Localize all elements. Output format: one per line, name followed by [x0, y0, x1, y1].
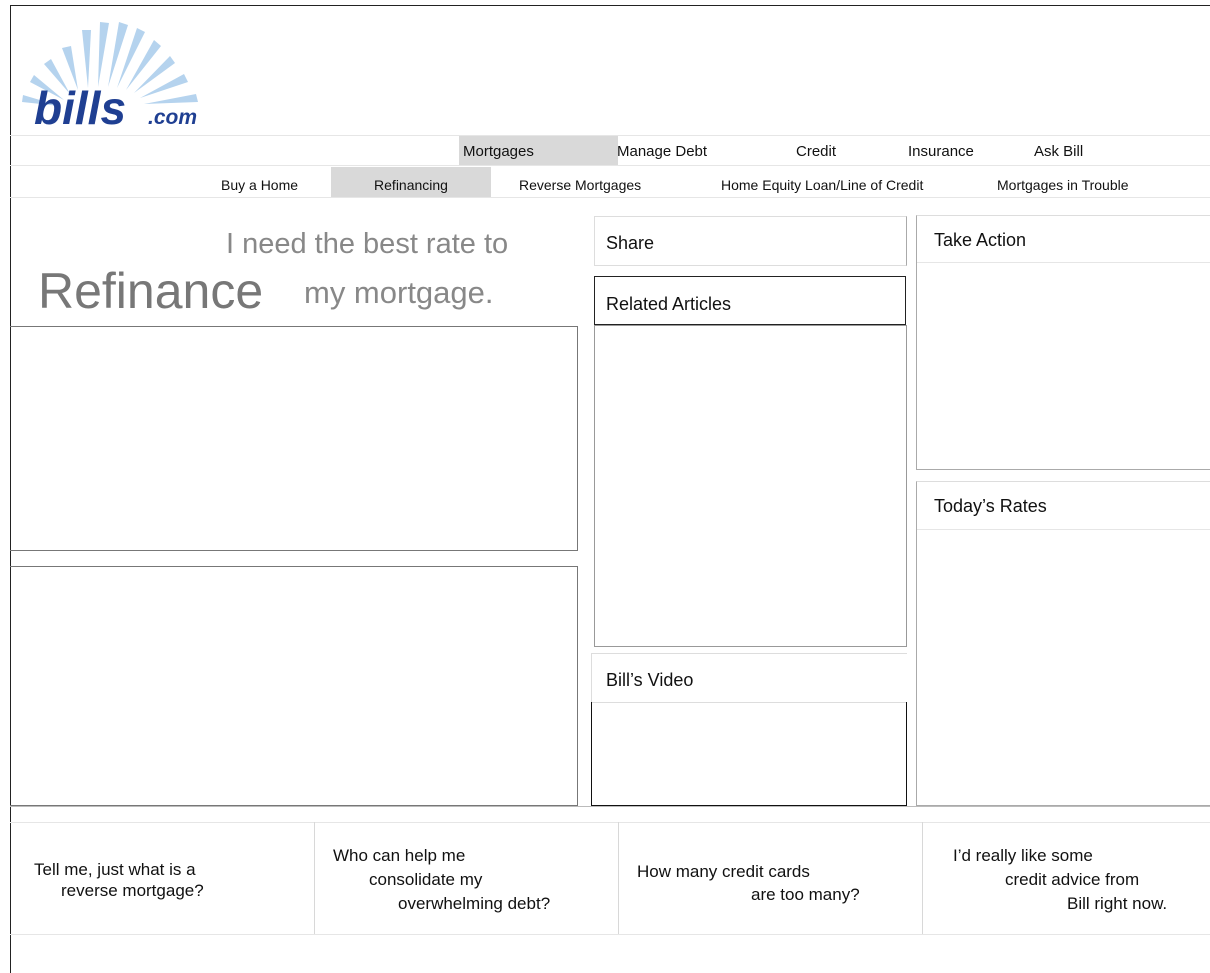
- share-title: Share: [606, 233, 655, 253]
- question-bar-bottom: [10, 934, 1210, 935]
- hero-line-rest: my mortgage.: [304, 275, 494, 310]
- subnav-refinancing[interactable]: Refinancing: [331, 167, 491, 197]
- subnav-buy-a-home[interactable]: Buy a Home: [221, 177, 298, 193]
- logo-wordmark: bills: [34, 82, 126, 133]
- content-box-bottom: [10, 566, 578, 806]
- question-divider: [314, 822, 315, 934]
- related-articles-title: Related Articles: [606, 294, 732, 314]
- question-consolidate-debt-line1[interactable]: Who can help me: [333, 845, 465, 866]
- question-consolidate-debt-line2[interactable]: consolidate my: [369, 869, 482, 890]
- related-articles-list: [594, 325, 907, 647]
- panel-divider: [917, 262, 1210, 263]
- question-credit-cards-line1[interactable]: How many credit cards: [637, 861, 810, 882]
- panel-divider: [917, 529, 1210, 530]
- take-action-title: Take Action: [934, 230, 1027, 250]
- logo-suffix: .com: [148, 106, 197, 129]
- question-reverse-mortgage-line2[interactable]: reverse mortgage?: [61, 880, 204, 901]
- nav-mortgages[interactable]: Mortgages: [459, 136, 618, 165]
- take-action-panel[interactable]: [916, 215, 1210, 470]
- content-box-top: [10, 326, 578, 551]
- nav-manage-debt[interactable]: Manage Debt: [617, 143, 707, 160]
- question-divider: [922, 822, 923, 934]
- question-credit-advice-line3[interactable]: Bill right now.: [1067, 893, 1167, 914]
- question-consolidate-debt-line3[interactable]: overwhelming debt?: [398, 893, 550, 914]
- question-bar-top: [10, 806, 1210, 807]
- bills-logo[interactable]: bills .com: [18, 18, 218, 133]
- question-credit-advice-line2[interactable]: credit advice from: [1005, 869, 1139, 890]
- question-bar-divider: [10, 822, 1210, 823]
- subnav-reverse-mortgages[interactable]: Reverse Mortgages: [519, 177, 641, 193]
- nav-insurance[interactable]: Insurance: [908, 143, 974, 160]
- nav-divider: [10, 165, 1210, 166]
- nav-divider: [10, 197, 1210, 198]
- question-divider: [618, 822, 619, 934]
- subnav-home-equity[interactable]: Home Equity Loan/Line of Credit: [721, 177, 923, 193]
- nav-ask-bill[interactable]: Ask Bill: [1034, 143, 1083, 160]
- video-player[interactable]: [591, 702, 907, 806]
- nav-credit[interactable]: Credit: [796, 143, 836, 160]
- hero-line-1: I need the best rate to: [226, 228, 509, 260]
- question-credit-advice-line1[interactable]: I’d really like some: [953, 845, 1093, 866]
- question-reverse-mortgage-line1[interactable]: Tell me, just what is a: [34, 859, 196, 880]
- todays-rates-title: Today’s Rates: [934, 496, 1047, 516]
- video-title: Bill’s Video: [606, 670, 694, 690]
- hero-big-word: Refinance: [38, 263, 264, 319]
- question-credit-cards-line2[interactable]: are too many?: [751, 884, 860, 905]
- subnav-mortgages-in-trouble[interactable]: Mortgages in Trouble: [997, 177, 1129, 193]
